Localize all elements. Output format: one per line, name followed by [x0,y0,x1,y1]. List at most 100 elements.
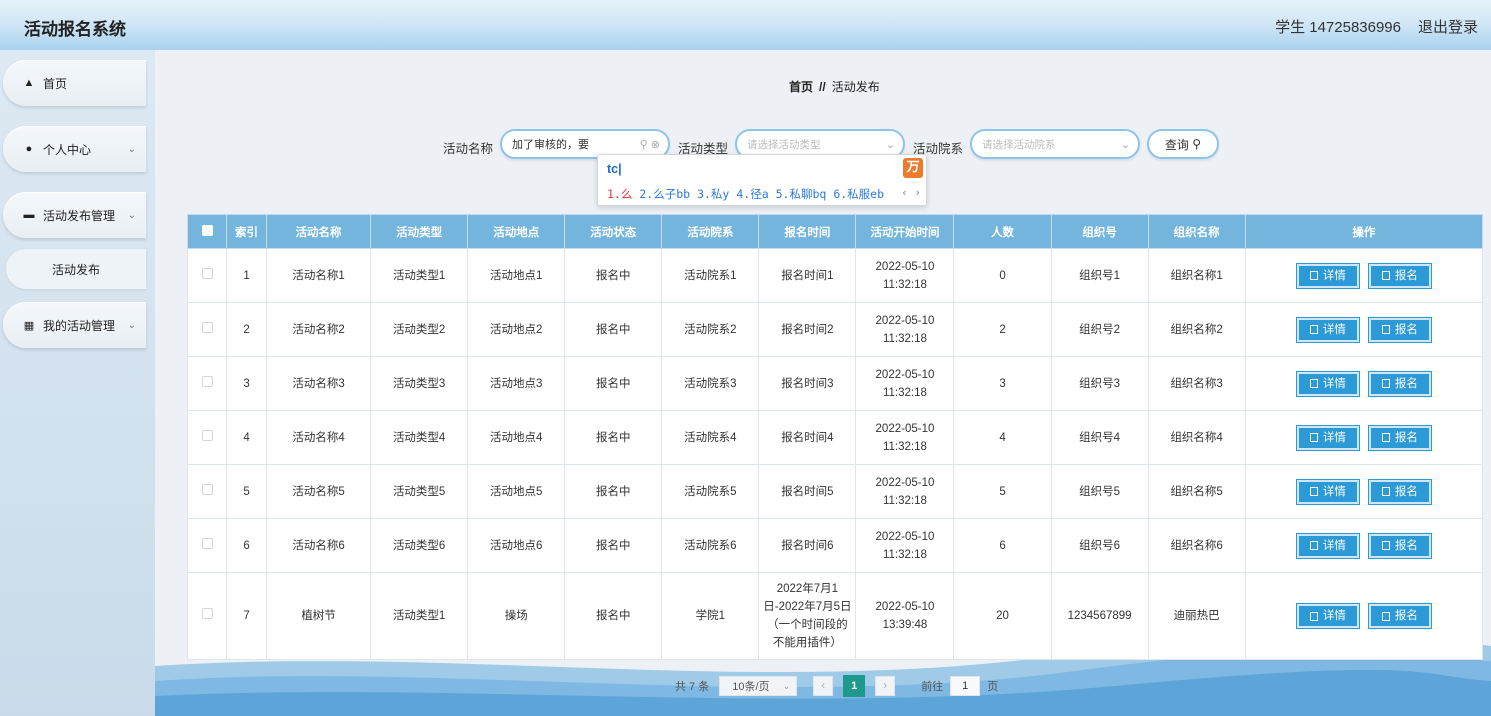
cell-place: 活动地点1 [467,248,566,303]
cell-dept: 活动院系6 [661,518,760,573]
signup-button[interactable]: 报名 [1367,370,1432,397]
sidebar: ▲ 首页 ● 个人中心 ⌄ ▬ 活动发布管理 ⌄ 活动发布 ▦ 我的活动管理 ⌄ [0,50,155,716]
ime-page-arrows-icon[interactable]: ‹ › [901,186,921,199]
ime-logo-icon: 万 [903,158,923,178]
cell-signup: 报名时间3 [758,356,857,411]
sidebar-item-my-activity-manage[interactable]: ▦ 我的活动管理 ⌄ [3,302,146,348]
activity-type-placeholder: 请选择活动类型 [747,138,821,151]
signup-button[interactable]: 报名 [1367,603,1432,629]
cell-dept: 活动院系3 [661,356,760,411]
search-icon: ⚲ [1192,137,1202,151]
table-row: 4 活动名称4 活动类型4 活动地点4 报名中 活动院系4 报名时间4 2022-05-10 … [186,410,1484,465]
goto-page-input[interactable]: 1 [950,676,981,696]
ime-candidate[interactable]: 3.私y [697,187,729,201]
detail-button[interactable]: 详情 [1295,262,1360,289]
ime-candidate[interactable]: 5.私聊bq [776,187,827,201]
sidebar-item-home[interactable]: ▲ 首页 [3,60,146,106]
cell-type: 活动类型6 [370,518,469,573]
cell-status: 报名中 [564,302,663,357]
page-number-current[interactable]: 1 [843,675,866,697]
detail-button[interactable]: 详情 [1295,532,1360,559]
ime-candidate-popup: tc| 万 1.么 2.么子bb 3.私y 4.径a 5.私聊bq 6.私服eb ‹ › [597,154,927,206]
chevron-down-icon: ⌄ [127,209,136,221]
signup-button[interactable]: 报名 [1367,262,1432,289]
row-checkbox[interactable] [186,302,228,357]
row-checkbox[interactable] [186,518,228,573]
goto-label: 前往 [921,681,944,693]
sidebar-item-label: 我的活动管理 [43,318,116,333]
sidebar-item-activity-publish-manage[interactable]: ▬ 活动发布管理 ⌄ [3,192,146,238]
ime-candidate[interactable]: 4.径a [736,187,768,201]
ime-candidate[interactable]: 6.私服eb [833,187,884,201]
cell-place: 活动地点2 [467,302,566,357]
cell-org_no: 组织号3 [1050,356,1149,411]
column-header: 活动状态 [564,214,663,249]
cell-count: 4 [953,410,1052,465]
row-checkbox[interactable] [186,572,228,660]
detail-button[interactable]: 详情 [1295,478,1360,505]
document-icon [1381,379,1390,388]
cell-signup: 报名时间6 [758,518,857,573]
table-row: 3 活动名称3 活动类型3 活动地点3 报名中 活动院系3 报名时间3 2022-05-10 … [186,356,1484,411]
column-header: 人数 [953,214,1052,249]
query-button[interactable]: 查询 ⚲ [1147,129,1219,159]
detail-button[interactable]: 详情 [1295,603,1360,629]
row-checkbox[interactable] [186,356,228,411]
signup-button[interactable]: 报名 [1367,424,1432,451]
column-header: 报名时间 [758,214,857,249]
cell-type: 活动类型1 [370,572,469,660]
top-header: 活动报名系统 学生 14725836996 退出登录 [0,0,1491,50]
breadcrumb-home[interactable]: 首页 [789,80,813,94]
ime-candidate[interactable]: 2.么子bb [639,187,690,201]
cell-org_no: 组织号1 [1050,248,1149,303]
cell-name: 活动名称3 [266,356,372,411]
row-checkbox[interactable] [186,464,228,519]
ime-candidate[interactable]: 1.么 [607,187,632,201]
signup-button[interactable]: 报名 [1367,478,1432,505]
cell-org_no: 1234567899 [1050,572,1149,660]
sidebar-item-label: 首页 [43,76,68,91]
cell-dept: 活动院系2 [661,302,760,357]
activity-name-input[interactable] [512,138,622,150]
next-page-button[interactable]: › [875,676,896,696]
detail-button[interactable]: 详情 [1295,370,1360,397]
cell-org_name: 组织名称1 [1147,248,1246,303]
activity-table-wrapper: 索引 活动名称 活动类型 活动地点 活动状态 活动院系 报名时间 活动开始时间 … [186,214,1484,660]
cell-idx: 3 [226,356,268,411]
document-icon [1381,541,1390,550]
grid-icon: ▦ [23,319,35,332]
cell-name: 活动名称1 [266,248,372,303]
select-all-checkbox[interactable] [186,214,228,249]
cell-place: 活动地点3 [467,356,566,411]
logout-link[interactable]: 退出登录 [1418,16,1478,37]
signup-button[interactable]: 报名 [1367,316,1432,343]
cell-actions: 详情 报名 [1244,302,1484,357]
chevron-down-icon: ⌄ [1120,138,1130,151]
search-clear-icons[interactable]: ⚲ ⊗ [640,138,660,151]
detail-button[interactable]: 详情 [1295,316,1360,343]
prev-page-button[interactable]: ‹ [813,676,834,696]
table-row: 5 活动名称5 活动类型5 活动地点5 报名中 活动院系5 报名时间5 2022-05-10 … [186,464,1484,519]
cell-start: 2022-05-10 11:32:18 [855,410,955,465]
column-header: 索引 [226,214,268,249]
cell-count: 0 [953,248,1052,303]
row-checkbox[interactable] [186,410,228,465]
detail-button[interactable]: 详情 [1295,424,1360,451]
row-checkbox[interactable] [186,248,228,303]
page-size-select[interactable]: 10条/页 ⌄ [719,676,798,696]
cell-name: 活动名称2 [266,302,372,357]
cell-count: 6 [953,518,1052,573]
sidebar-subitem-activity-publish[interactable]: 活动发布 [6,249,146,289]
signup-button[interactable]: 报名 [1367,532,1432,559]
cell-org_no: 组织号4 [1050,410,1149,465]
sidebar-item-personal-center[interactable]: ● 个人中心 ⌄ [3,126,146,172]
document-icon [1381,433,1390,442]
activity-dept-placeholder: 请选择活动院系 [982,138,1056,151]
activity-dept-select[interactable]: 请选择活动院系 ⌄ [970,129,1140,159]
sidebar-item-label: 个人中心 [43,142,92,157]
cell-idx: 5 [226,464,268,519]
column-header: 活动名称 [266,214,372,249]
cell-type: 活动类型4 [370,410,469,465]
home-icon: ▲ [23,77,35,89]
cell-idx: 1 [226,248,268,303]
